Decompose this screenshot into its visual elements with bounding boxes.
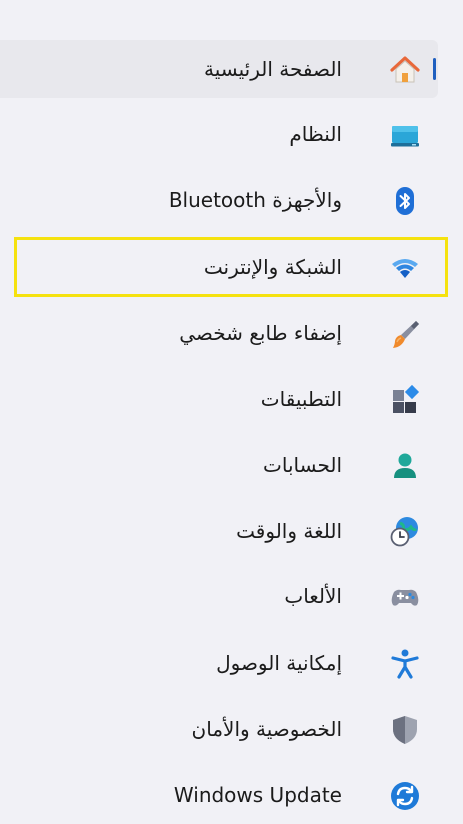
person-icon (388, 449, 422, 483)
nav-item-network[interactable]: الشبكة والإنترنت (0, 238, 438, 296)
nav-item-label: الألعاب (284, 584, 342, 608)
nav-item-label: Windows Update (173, 783, 342, 807)
paintbrush-icon (388, 317, 422, 351)
nav-item-label: إضفاء طابع شخصي (179, 321, 342, 345)
nav-item-label: الخصوصية والأمان (191, 717, 342, 741)
system-monitor-icon (388, 118, 422, 152)
nav-item-system[interactable]: النظام (0, 105, 438, 163)
selection-indicator (433, 58, 436, 80)
nav-item-time-language[interactable]: اللغة والوقت (0, 502, 438, 560)
bluetooth-icon (388, 184, 422, 218)
nav-item-windows-update[interactable]: Windows Update (0, 766, 438, 824)
shield-icon (388, 713, 422, 747)
nav-item-bluetooth[interactable]: والأجهزة Bluetooth (0, 171, 438, 229)
home-icon (388, 53, 422, 87)
nav-item-privacy[interactable]: الخصوصية والأمان (0, 700, 438, 758)
nav-item-label: اللغة والوقت (236, 519, 342, 543)
apps-icon (388, 383, 422, 417)
nav-item-label: الصفحة الرئيسية (204, 57, 342, 81)
nav-item-label: الشبكة والإنترنت (203, 255, 342, 279)
nav-item-label: التطبيقات (260, 387, 342, 411)
nav-item-accessibility[interactable]: إمكانية الوصول (0, 634, 438, 692)
globe-clock-icon (388, 515, 422, 549)
nav-item-label: الحسابات (263, 453, 342, 477)
nav-item-accounts[interactable]: الحسابات (0, 436, 438, 494)
wifi-icon (388, 251, 422, 285)
nav-item-home[interactable]: الصفحة الرئيسية (0, 40, 438, 98)
nav-item-apps[interactable]: التطبيقات (0, 370, 438, 428)
nav-item-personalization[interactable]: إضفاء طابع شخصي (0, 304, 438, 362)
nav-item-label: إمكانية الوصول (216, 651, 342, 675)
accessibility-icon (388, 647, 422, 681)
nav-item-label: والأجهزة Bluetooth (168, 188, 342, 212)
nav-item-label: النظام (289, 122, 342, 146)
settings-nav: الصفحة الرئيسية النظام والأجهزة Bluetoot… (0, 0, 463, 819)
windows-update-icon (388, 779, 422, 813)
nav-item-gaming[interactable]: الألعاب (0, 567, 438, 625)
gamepad-icon (388, 580, 422, 614)
